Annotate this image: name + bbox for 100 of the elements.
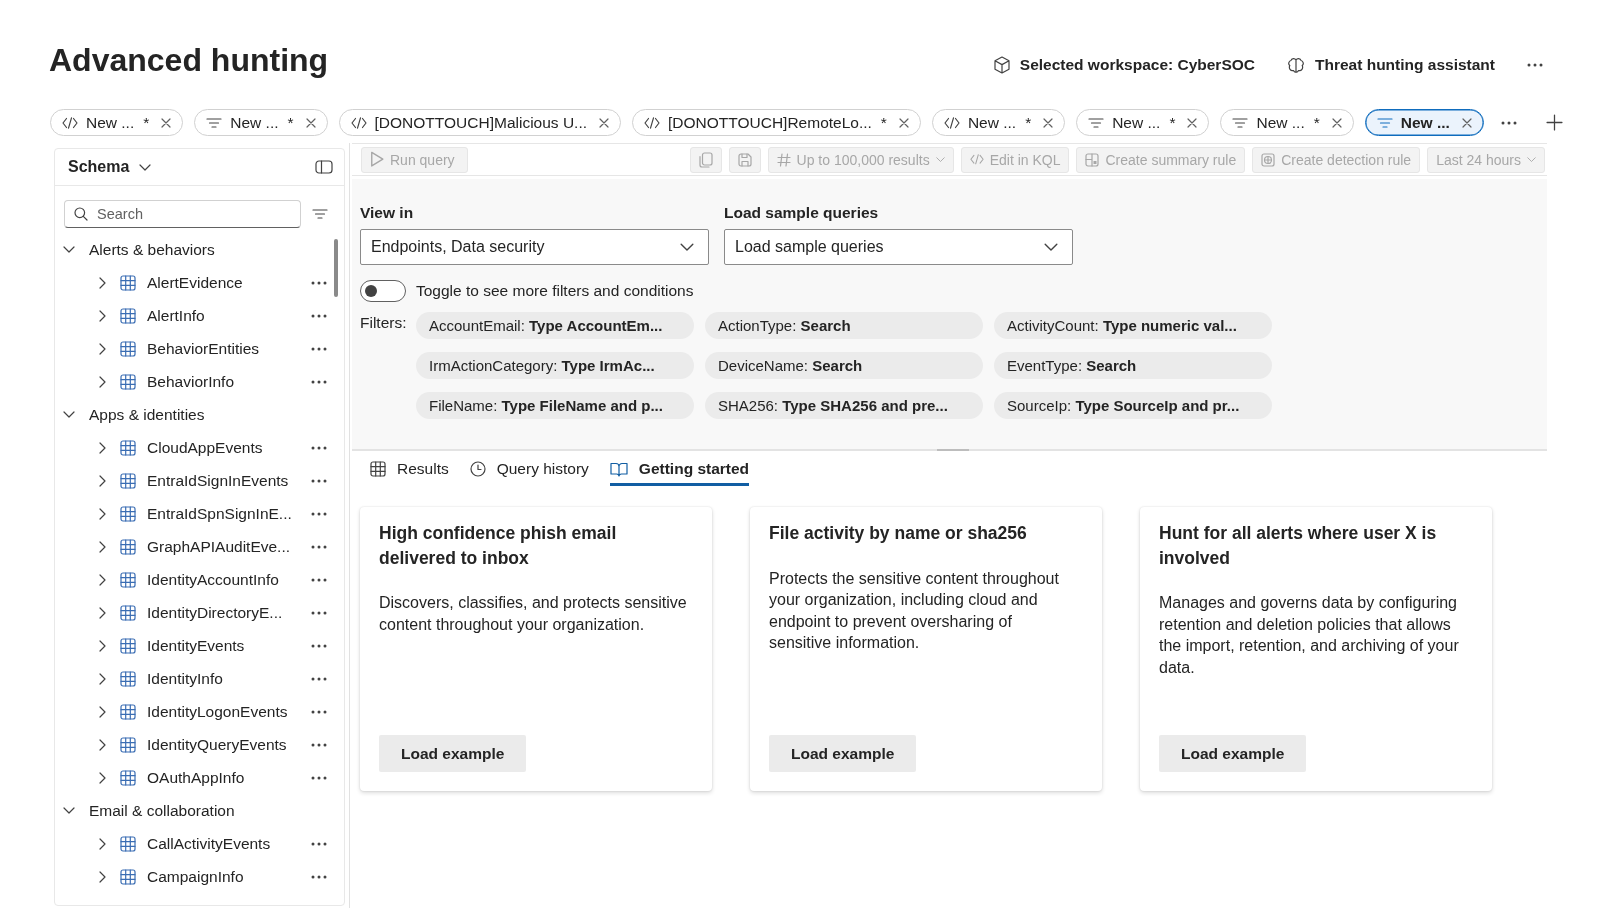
- tree-group-label[interactable]: Apps & identities: [89, 405, 205, 424]
- load-example-button[interactable]: Load example: [379, 735, 527, 772]
- more-options-icon[interactable]: [311, 643, 327, 648]
- filter-chip[interactable]: ActivityCount: Type numeric val...: [994, 312, 1272, 339]
- filter-chip[interactable]: IrmActionCategory: Type IrmAc...: [416, 352, 694, 379]
- chevron-down-icon[interactable]: [63, 411, 75, 418]
- more-options-icon[interactable]: [311, 445, 327, 450]
- chevron-right-icon[interactable]: [99, 441, 106, 454]
- query-tab[interactable]: New ...: [1364, 109, 1484, 136]
- chevron-right-icon[interactable]: [99, 606, 106, 619]
- close-icon[interactable]: [1461, 117, 1472, 128]
- chevron-right-icon[interactable]: [99, 672, 106, 685]
- table-name[interactable]: IdentityDirectoryE...: [147, 603, 283, 622]
- query-tab[interactable]: New ... *: [1076, 109, 1210, 136]
- chevron-right-icon[interactable]: [99, 705, 106, 718]
- scrollbar-thumb[interactable]: [334, 239, 338, 297]
- query-tab[interactable]: New ... *: [194, 109, 328, 136]
- more-options-icon[interactable]: [311, 379, 327, 384]
- more-options-icon[interactable]: [311, 577, 327, 582]
- filter-chip[interactable]: DeviceName: Search: [705, 352, 983, 379]
- chevron-right-icon[interactable]: [99, 474, 106, 487]
- chevron-right-icon[interactable]: [99, 573, 106, 586]
- query-tab[interactable]: [DONOTTOUCH]Malicious U...: [338, 109, 621, 136]
- chevron-down-icon[interactable]: [63, 246, 75, 253]
- results-panel-tab[interactable]: Getting started: [609, 452, 750, 486]
- query-tab[interactable]: New ... *: [50, 109, 184, 136]
- chevron-right-icon[interactable]: [99, 276, 106, 289]
- load-example-button[interactable]: Load example: [769, 735, 917, 772]
- more-options-icon[interactable]: [311, 346, 327, 351]
- table-name[interactable]: OAuthAppInfo: [147, 768, 245, 787]
- more-options-icon[interactable]: [311, 511, 327, 516]
- schema-dropdown[interactable]: Schema: [68, 158, 152, 176]
- filter-chip[interactable]: EventType: Search: [994, 352, 1272, 379]
- sidebar-toggle-icon[interactable]: [315, 160, 333, 174]
- more-options-icon[interactable]: [311, 676, 327, 681]
- chevron-right-icon[interactable]: [99, 309, 106, 322]
- table-name[interactable]: BehaviorInfo: [147, 372, 235, 391]
- close-icon[interactable]: [161, 117, 172, 128]
- assistant-button[interactable]: Threat hunting assistant: [1287, 56, 1495, 74]
- query-tab[interactable]: [DONOTTOUCH]RemoteLo... *: [632, 109, 921, 136]
- more-options-icon[interactable]: [311, 874, 327, 879]
- tree-group-label[interactable]: Alerts & behaviors: [89, 240, 215, 259]
- more-options-icon[interactable]: [311, 841, 327, 846]
- chevron-down-icon[interactable]: [63, 807, 75, 814]
- table-name[interactable]: IdentityEvents: [147, 636, 245, 655]
- chevron-right-icon[interactable]: [99, 870, 106, 883]
- results-panel-tab[interactable]: Query history: [469, 452, 589, 486]
- close-icon[interactable]: [305, 117, 316, 128]
- table-name[interactable]: IdentityLogonEvents: [147, 702, 288, 721]
- filter-icon[interactable]: [312, 208, 328, 220]
- more-options-icon[interactable]: [311, 610, 327, 615]
- table-name[interactable]: CloudAppEvents: [147, 438, 263, 457]
- close-icon[interactable]: [1331, 117, 1342, 128]
- table-name[interactable]: CampaignInfo: [147, 867, 244, 886]
- table-name[interactable]: BehaviorEntities: [147, 339, 259, 358]
- tree-group-label[interactable]: Email & collaboration: [89, 801, 235, 820]
- close-icon[interactable]: [898, 117, 909, 128]
- chevron-right-icon[interactable]: [99, 837, 106, 850]
- table-name[interactable]: CallActivityEvents: [147, 834, 271, 853]
- close-icon[interactable]: [1187, 117, 1198, 128]
- close-icon[interactable]: [599, 117, 609, 128]
- filter-chip[interactable]: FileName: Type FileName and p...: [416, 392, 694, 419]
- results-panel-tab[interactable]: Results: [370, 452, 449, 486]
- chevron-right-icon[interactable]: [99, 639, 106, 652]
- load-example-button[interactable]: Load example: [1159, 735, 1307, 772]
- chevron-right-icon[interactable]: [99, 375, 106, 388]
- filter-chip[interactable]: ActionType: Search: [705, 312, 983, 339]
- table-name[interactable]: IdentityInfo: [147, 669, 223, 688]
- table-name[interactable]: GraphAPIAuditEve...: [147, 537, 291, 556]
- sample-queries-dropdown[interactable]: Load sample queries: [724, 229, 1073, 265]
- more-options-icon[interactable]: [311, 775, 327, 780]
- toggle-switch[interactable]: [360, 280, 406, 302]
- more-options-icon[interactable]: [311, 544, 327, 549]
- query-tab[interactable]: New ... *: [931, 109, 1066, 136]
- filter-chip[interactable]: AccountEmail: Type AccountEm...: [416, 312, 694, 339]
- more-options-icon[interactable]: [311, 313, 327, 318]
- more-options-icon[interactable]: [311, 742, 327, 747]
- chevron-right-icon[interactable]: [99, 342, 106, 355]
- table-name[interactable]: AlertEvidence: [147, 273, 243, 292]
- more-options-icon[interactable]: [311, 709, 327, 714]
- chevron-right-icon[interactable]: [99, 771, 106, 784]
- chevron-right-icon[interactable]: [99, 507, 106, 520]
- more-options-icon[interactable]: [311, 478, 327, 483]
- table-name[interactable]: IdentityAccountInfo: [147, 570, 279, 589]
- query-tab[interactable]: New ... *: [1220, 109, 1354, 136]
- splitter-handle[interactable]: [937, 449, 969, 451]
- table-name[interactable]: EntraIdSpnSignInE...: [147, 504, 292, 523]
- add-tab-icon[interactable]: [1545, 114, 1563, 131]
- more-tabs-icon[interactable]: [1500, 120, 1517, 125]
- more-options-icon[interactable]: [1527, 63, 1543, 67]
- chevron-right-icon[interactable]: [99, 738, 106, 751]
- close-icon[interactable]: [1043, 117, 1054, 128]
- workspace-button[interactable]: Selected workspace: CyberSOC: [993, 56, 1255, 74]
- table-name[interactable]: AlertInfo: [147, 306, 205, 325]
- more-options-icon[interactable]: [311, 280, 327, 285]
- filter-chip[interactable]: SHA256: Type SHA256 and pre...: [705, 392, 983, 419]
- search-field[interactable]: Search: [64, 200, 301, 228]
- filter-chip[interactable]: SourceIp: Type SourceIp and pr...: [994, 392, 1272, 419]
- view-in-dropdown[interactable]: Endpoints, Data security: [360, 229, 709, 265]
- table-name[interactable]: EntraIdSignInEvents: [147, 471, 289, 490]
